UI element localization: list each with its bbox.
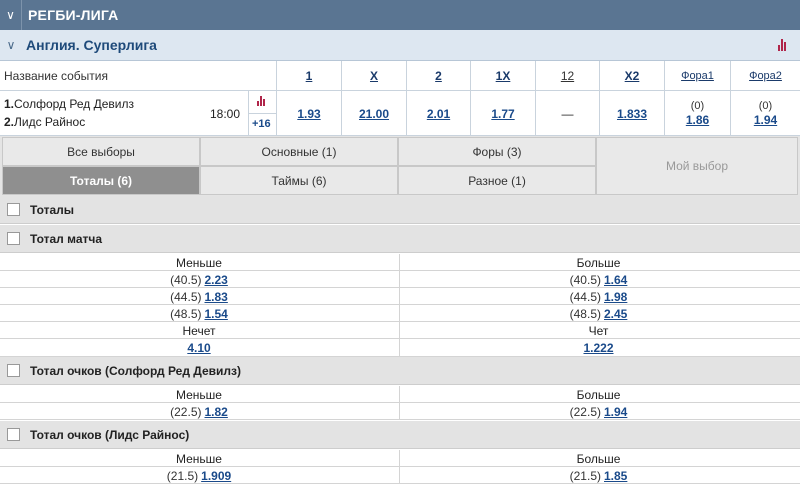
- over-option[interactable]: (48.5) 2.45: [399, 305, 797, 322]
- stats-cell[interactable]: +16: [248, 91, 277, 136]
- odd-handicap1[interactable]: (0) 1.86: [664, 91, 730, 136]
- chevron-down-icon[interactable]: ∨: [0, 0, 22, 30]
- tab-halves[interactable]: Таймы (6): [200, 166, 398, 195]
- bar-chart-icon[interactable]: [778, 39, 786, 51]
- over-option[interactable]: (22.5) 1.94: [399, 403, 797, 420]
- under-option[interactable]: (22.5) 1.82: [0, 403, 398, 420]
- tab-totals[interactable]: Тоталы (6): [2, 166, 200, 195]
- checkbox-icon[interactable]: [7, 203, 20, 216]
- market-row: (48.5) 1.54 (48.5) 2.45: [0, 305, 800, 322]
- under-label: Меньше: [176, 451, 222, 466]
- odd-1[interactable]: 1.93: [276, 91, 341, 136]
- columns-header: Название события 1 X 2 1X 12 X2 Фора1 Фо…: [0, 61, 800, 91]
- under-option[interactable]: (44.5) 1.83: [0, 288, 398, 305]
- odd-1x[interactable]: 1.77: [470, 91, 535, 136]
- market-tabs: Все выборы Основные (1) Форы (3) Мой выб…: [0, 136, 800, 196]
- market-row: (21.5) 1.909 (21.5) 1.85: [0, 467, 800, 484]
- team-2[interactable]: 2.Лидс Райнос: [4, 115, 85, 129]
- league-title: Англия. Суперлига: [26, 37, 157, 53]
- section-title: Тотал матча: [30, 231, 103, 246]
- tab-all[interactable]: Все выборы: [2, 137, 200, 166]
- odd-option[interactable]: 4.10: [0, 339, 398, 356]
- over-option[interactable]: (21.5) 1.85: [399, 467, 797, 484]
- section-team1-total[interactable]: Тотал очков (Солфорд Ред Девилз): [0, 357, 800, 385]
- under-label: Меньше: [176, 255, 222, 270]
- market-header-row: Меньше Больше: [0, 254, 800, 271]
- col-handicap2[interactable]: Фора2: [730, 61, 800, 91]
- section-team2-total[interactable]: Тотал очков (Лидс Райнос): [0, 421, 800, 449]
- over-option[interactable]: (44.5) 1.98: [399, 288, 797, 305]
- section-title: Тоталы: [30, 202, 75, 217]
- col-1x[interactable]: 1X: [470, 61, 535, 91]
- over-label: Больше: [399, 254, 797, 271]
- market-row: (40.5) 2.23 (40.5) 1.64: [0, 271, 800, 288]
- col-x2[interactable]: X2: [599, 61, 664, 91]
- market-header-row: Меньше Больше: [0, 386, 800, 403]
- odd-x2[interactable]: 1.833: [599, 91, 664, 136]
- checkbox-icon[interactable]: [7, 364, 20, 377]
- market-row: (44.5) 1.83 (44.5) 1.98: [0, 288, 800, 305]
- over-label: Больше: [399, 450, 797, 467]
- checkbox-icon[interactable]: [7, 428, 20, 441]
- event-time: 18:00: [210, 107, 241, 121]
- tab-handicaps[interactable]: Форы (3): [398, 137, 596, 166]
- odd-label: Нечет: [182, 323, 216, 338]
- section-match-total[interactable]: Тотал матча: [0, 225, 800, 253]
- odd-2[interactable]: 2.01: [406, 91, 470, 136]
- team-1[interactable]: 1.Солфорд Ред Девилз: [4, 97, 134, 111]
- market-header-row: Нечет Чет: [0, 322, 800, 339]
- col-1[interactable]: 1: [276, 61, 341, 91]
- odd-handicap2[interactable]: (0) 1.94: [730, 91, 800, 136]
- event-name-label: Название события: [4, 69, 108, 83]
- under-option[interactable]: (48.5) 1.54: [0, 305, 398, 322]
- col-handicap1[interactable]: Фора1: [664, 61, 730, 91]
- under-label: Меньше: [176, 387, 222, 402]
- sport-title: РЕГБИ-ЛИГА: [28, 7, 119, 23]
- section-title: Тотал очков (Лидс Райнос): [30, 427, 190, 442]
- over-label: Больше: [399, 386, 797, 403]
- tab-my-choice[interactable]: Мой выбор: [596, 137, 798, 195]
- col-x[interactable]: X: [341, 61, 406, 91]
- chevron-down-icon[interactable]: ∨: [0, 30, 22, 61]
- under-option[interactable]: (21.5) 1.909: [0, 467, 398, 484]
- odd-12: —: [535, 91, 599, 136]
- odd-x[interactable]: 21.00: [341, 91, 406, 136]
- bar-chart-icon[interactable]: [257, 96, 265, 106]
- col-2[interactable]: 2: [406, 61, 470, 91]
- checkbox-icon[interactable]: [7, 232, 20, 245]
- league-header[interactable]: ∨ Англия. Суперлига: [0, 30, 800, 61]
- tab-main[interactable]: Основные (1): [200, 137, 398, 166]
- market-row: 4.10 1.222: [0, 339, 800, 357]
- market-row: (22.5) 1.82 (22.5) 1.94: [0, 403, 800, 420]
- section-title: Тотал очков (Солфорд Ред Девилз): [30, 363, 242, 378]
- event-row: 1.Солфорд Ред Девилз 2.Лидс Райнос 18:00…: [0, 91, 800, 136]
- section-totals[interactable]: Тоталы: [0, 196, 800, 224]
- even-option[interactable]: 1.222: [399, 339, 797, 356]
- more-markets-link[interactable]: +16: [252, 118, 271, 130]
- under-option[interactable]: (40.5) 2.23: [0, 271, 398, 288]
- col-12: 12: [535, 61, 599, 91]
- market-header-row: Меньше Больше: [0, 450, 800, 467]
- sport-header[interactable]: ∨ РЕГБИ-ЛИГА: [0, 0, 800, 30]
- tab-misc[interactable]: Разное (1): [398, 166, 596, 195]
- over-option[interactable]: (40.5) 1.64: [399, 271, 797, 288]
- even-label: Чет: [399, 322, 797, 339]
